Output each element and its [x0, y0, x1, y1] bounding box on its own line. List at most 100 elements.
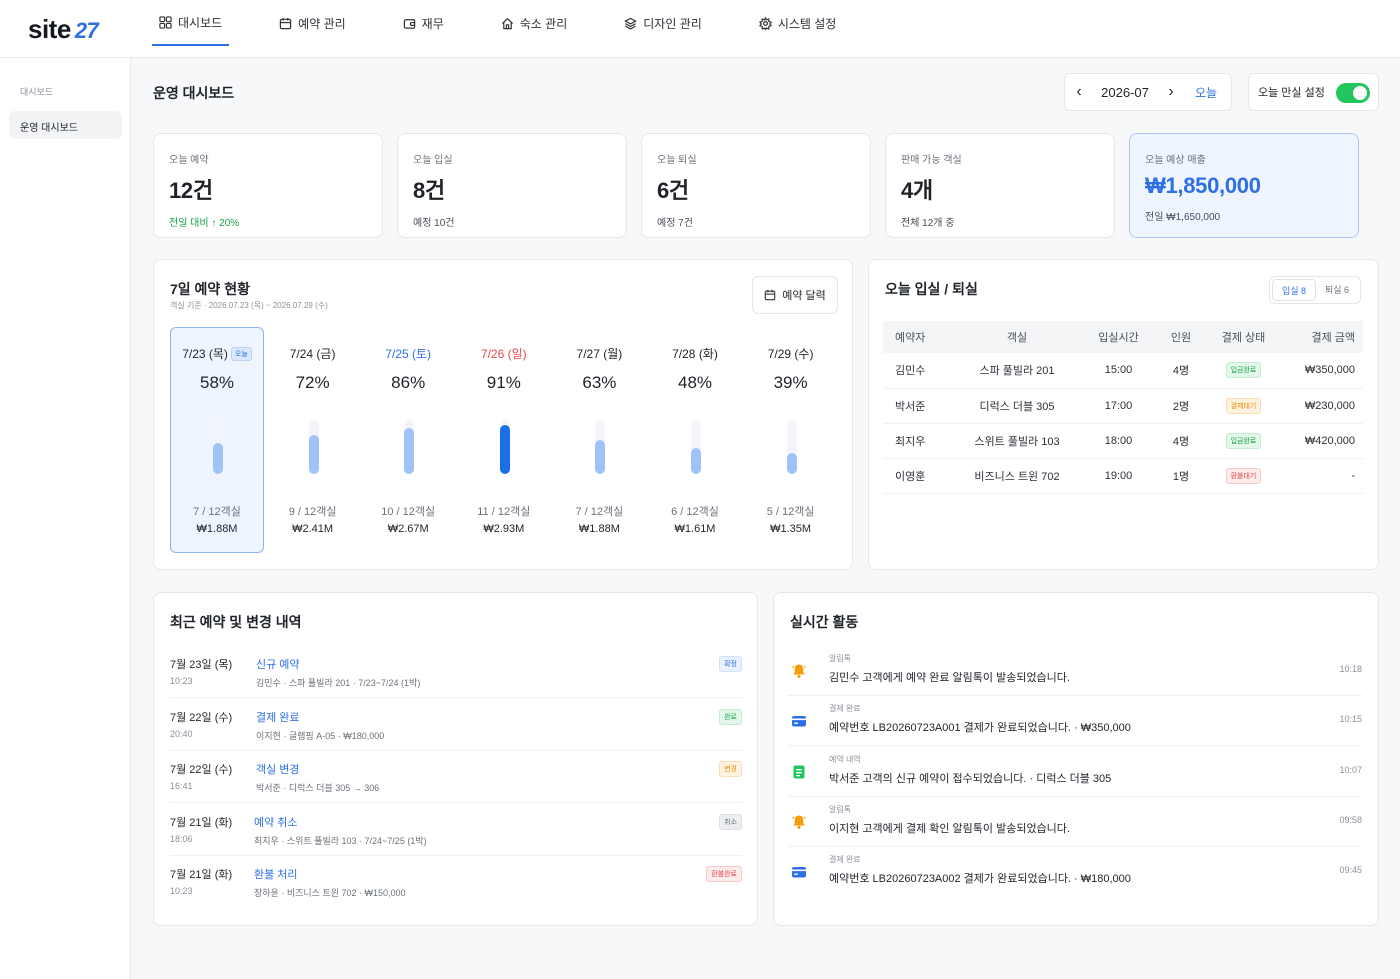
table-row[interactable]: 박서준 디럭스 더블 305 17:00 2명 결제대기 ₩230,000	[883, 388, 1363, 424]
checkin-time: 17:00	[1071, 388, 1166, 424]
nav-dashboard[interactable]: 대시보드	[152, 0, 230, 46]
reservation-calendar-button[interactable]: 예약 달력	[752, 276, 838, 314]
payment-status-badge: 환불대기	[1225, 467, 1262, 484]
weekly-reservation-panel: 7일 예약 현황 객실 기준 · 2026.07.23 (목) ~ 2026.0…	[153, 259, 853, 570]
checkin-time: 18:00	[1071, 423, 1166, 459]
list-item[interactable]: 7월 21일 (화) 10:23 환불 처리 장하윤 · 비즈니스 트윈 702 · …	[170, 856, 742, 908]
next-month-button[interactable]: ›	[1159, 83, 1183, 101]
change-type[interactable]: 환불 처리	[254, 866, 298, 882]
activity-category: 예약 내역	[829, 754, 861, 764]
list-item[interactable]: 결제 완료 예약번호 LB20260723A001 결제가 완료되었습니다. · …	[788, 696, 1362, 747]
stat-card-today-reservations: 오늘 예약 12건 전일 대비 ↑ 20%	[153, 133, 383, 238]
realtime-activity-panel: 실시간 활동 알림톡 김민수 고객에게 예약 완료 알림톡이 발송되었습니다. 10…	[773, 592, 1379, 926]
grid-icon	[159, 15, 172, 29]
change-type[interactable]: 신규 예약	[256, 656, 300, 672]
list-item[interactable]: 7월 22일 (수) 16:41 객실 변경 박서준 · 디럭스 더블 305 → 3…	[170, 751, 742, 803]
page-title: 운영 대시보드	[153, 85, 235, 101]
stat-value: 12건	[169, 178, 213, 203]
inout-table-body: 김민수 스파 풀빌라 201 15:00 4명 입금완료 ₩350,000 박서준 디럭스 더…	[883, 353, 1363, 494]
day-label: 7/27 (월)	[553, 345, 645, 362]
full-occupancy-label: 오늘 만실 설정	[1258, 87, 1325, 99]
day-card[interactable]: 7/26 (일) 91% 11 / 12객실 ₩2.93M	[457, 327, 551, 553]
people-count: 4명	[1166, 353, 1196, 389]
payment-status-cell: 입금완료	[1196, 353, 1291, 389]
status-badge: 취소	[719, 813, 742, 830]
activity-time: 10:18	[1339, 664, 1362, 674]
status-badge: 완료	[719, 708, 742, 725]
list-item[interactable]: 7월 23일 (목) 10:23 신규 예약 김민수 · 스파 풀빌라 201 · 7…	[170, 646, 742, 698]
nav-finance[interactable]: 재무	[396, 0, 451, 46]
list-item[interactable]: 알림톡 이지현 고객에게 결제 확인 알림톡이 발송되었습니다. 09:58	[788, 797, 1362, 847]
day-card[interactable]: 7/29 (수) 39% 5 / 12객실 ₩1.35M	[744, 327, 838, 553]
stat-value: 4개	[901, 178, 933, 203]
tab-checkout[interactable]: 퇴실 6	[1316, 279, 1358, 301]
change-time: 16:41	[170, 781, 193, 791]
stat-card-available-rooms: 판매 가능 객실 4개 전체 12개 중	[885, 133, 1115, 238]
occupancy-bar-fill	[595, 440, 606, 474]
gear-icon	[758, 16, 772, 30]
checkin-checkout-panel: 오늘 입실 / 퇴실 입실 8 퇴실 6 예약자 객실 입실시간 인원 결제 상…	[868, 259, 1379, 570]
day-label: 7/26 (일)	[458, 345, 550, 362]
change-description: 장하윤 · 비즈니스 트윈 702 · ₩150,000	[254, 888, 406, 898]
day-card[interactable]: 7/24 (금) 72% 9 / 12객실 ₩2.41M	[266, 327, 360, 553]
table-header: 예약자 객실 입실시간 인원 결제 상태 결제 금액	[883, 321, 1363, 353]
nav-reservations[interactable]: 예약 관리	[272, 0, 353, 46]
current-month: 2026-07	[1101, 84, 1149, 100]
day-label: 7/25 (토)	[362, 345, 454, 362]
prev-month-button[interactable]: ‹	[1067, 83, 1091, 101]
change-type[interactable]: 결제 완료	[256, 709, 300, 725]
day-card[interactable]: 7/28 (화) 48% 6 / 12객실 ₩1.61M	[648, 327, 742, 553]
occupancy-percent: 58%	[199, 373, 235, 392]
recent-title: 최근 예약 및 변경 내역	[170, 614, 302, 630]
full-occupancy-toggle[interactable]	[1336, 83, 1370, 103]
today-button[interactable]: 오늘	[1195, 84, 1217, 101]
room-name: 디럭스 더블 305	[963, 388, 1071, 424]
nav-lodging[interactable]: 숙소 관리	[494, 0, 575, 46]
day-date: 7/23 (목)	[182, 347, 228, 361]
day-revenue: ₩2.67M	[387, 523, 429, 535]
day-card[interactable]: 7/27 (월) 63% 7 / 12객실 ₩1.88M	[552, 327, 646, 553]
day-card[interactable]: 7/25 (토) 86% 10 / 12객실 ₩2.67M	[361, 327, 455, 553]
sidebar-item-operations-dashboard[interactable]: 운영 대시보드	[9, 111, 122, 139]
document-icon	[791, 764, 807, 780]
tab-checkin[interactable]: 입실 8	[1272, 279, 1316, 301]
list-item[interactable]: 예약 내역 박서준 고객의 신규 예약이 접수되었습니다. · 디럭스 더블 30…	[788, 747, 1362, 797]
day-date: 7/28 (화)	[672, 347, 718, 361]
stat-label: 오늘 퇴실	[657, 155, 697, 166]
card-icon	[791, 713, 807, 729]
day-revenue: ₩2.41M	[292, 523, 334, 535]
table-row[interactable]: 최지우 스위트 풀빌라 103 18:00 4명 입금완료 ₩420,000	[883, 423, 1363, 459]
change-time: 18:06	[170, 833, 193, 844]
stat-card-expected-revenue: 오늘 예상 매출 ₩1,850,000 전일 ₩1,650,000	[1129, 133, 1359, 238]
guest-name: 김민수	[883, 353, 963, 389]
list-item[interactable]: 7월 22일 (수) 20:40 결제 완료 이지현 · 글램핑 A-05 · ₩18…	[170, 699, 742, 751]
logo[interactable]: site 27	[28, 14, 99, 45]
occupancy-bar	[404, 420, 415, 474]
weekly-subtitle: 객실 기준 · 2026.07.23 (목) ~ 2026.07.29 (수)	[170, 301, 328, 310]
day-card[interactable]: 7/23 (목) 오늘 58% 7 / 12객실 ₩1.88M	[170, 327, 264, 553]
change-type[interactable]: 객실 변경	[256, 761, 300, 777]
inout-table: 예약자 객실 입실시간 인원 결제 상태 결제 금액 김민수 스파 풀빌라 201…	[883, 321, 1363, 494]
status-badge: 환불완료	[706, 866, 742, 882]
payment-status-badge: 결제대기	[1225, 397, 1262, 414]
rooms-booked: 10 / 12객실	[381, 506, 436, 518]
nav-design[interactable]: 디자인 관리	[617, 0, 709, 46]
list-item[interactable]: 알림톡 김민수 고객에게 예약 완료 알림톡이 발송되었습니다. 10:18	[788, 646, 1362, 696]
recent-changes-panel: 최근 예약 및 변경 내역 7월 23일 (목) 10:23 신규 예약 김민수 · …	[153, 592, 758, 926]
checkin-time: 15:00	[1071, 353, 1166, 389]
guest-name: 최지우	[883, 423, 963, 459]
table-row[interactable]: 이영훈 비즈니스 트윈 702 19:00 1명 환불대기 -	[883, 458, 1363, 494]
day-label: 7/23 (목) 오늘	[171, 345, 263, 362]
change-type[interactable]: 예약 취소	[254, 814, 298, 830]
layers-icon	[624, 17, 638, 30]
activity-title: 실시간 활동	[790, 614, 859, 630]
month-selector: ‹ 2026-07 › 오늘	[1064, 73, 1232, 111]
list-item[interactable]: 7월 21일 (화) 18:06 예약 취소 최지우 · 스위트 풀빌라 103 · …	[170, 804, 742, 856]
activity-category: 결제 완료	[829, 855, 861, 865]
list-item[interactable]: 결제 완료 예약번호 LB20260723A002 결제가 완료되었습니다. · …	[788, 847, 1362, 897]
occupancy-bar	[308, 420, 319, 474]
top-navigation: site 27 대시보드 예약 관리 재무 숙소 관리 디자인 관리 시스템 설정	[0, 0, 1400, 58]
nav-settings[interactable]: 시스템 설정	[752, 0, 844, 46]
payment-amount: ₩230,000	[1291, 388, 1363, 424]
table-row[interactable]: 김민수 스파 풀빌라 201 15:00 4명 입금완료 ₩350,000	[883, 353, 1363, 389]
